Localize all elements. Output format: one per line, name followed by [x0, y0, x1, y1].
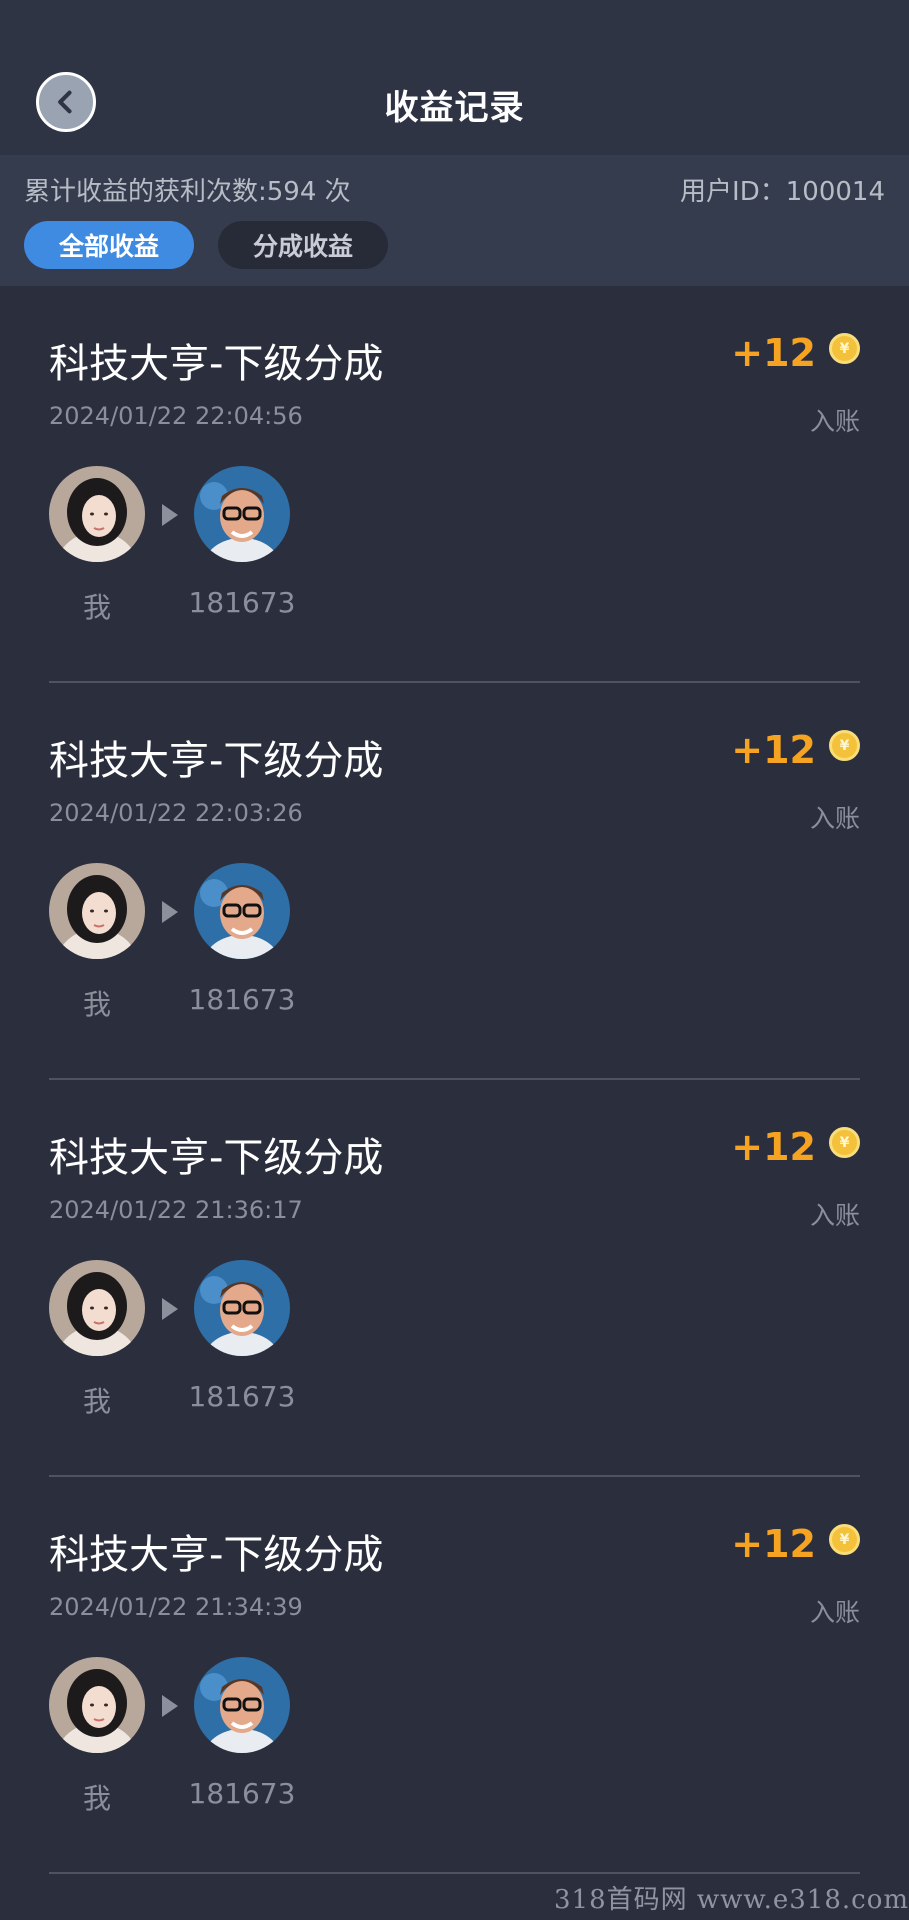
divider [49, 1872, 860, 1874]
user-id: 用户ID：100014 [680, 177, 885, 207]
coin-icon: ¥ [829, 1127, 860, 1158]
coin-icon: ¥ [829, 333, 860, 364]
to-label: 181673 [188, 1777, 296, 1810]
tab-all-income[interactable]: 全部收益 [24, 221, 194, 269]
watermark: 318首码网 www.e318.com [554, 1885, 909, 1915]
coin-icon: ¥ [829, 730, 860, 761]
record-time: 2024/01/22 21:34:39 [49, 1593, 303, 1621]
from-label: 我 [82, 591, 111, 624]
profit-count: 累计收益的获利次数:594 次 [24, 177, 351, 207]
list-item[interactable]: 科技大亨-下级分成 2024/01/22 21:36:17 +12 ¥ 入账 我… [0, 1080, 909, 1477]
from-label: 我 [82, 1385, 111, 1418]
header-bar: 收益记录 [0, 0, 909, 155]
arrow-right-icon [162, 1695, 178, 1717]
record-title: 科技大亨-下级分成 [49, 738, 384, 784]
tab-share-income[interactable]: 分成收益 [218, 221, 388, 269]
record-time: 2024/01/22 22:04:56 [49, 402, 303, 430]
record-amount: +12 [731, 1125, 816, 1169]
list-item[interactable]: 科技大亨-下级分成 2024/01/22 21:34:39 +12 ¥ 入账 我… [0, 1477, 909, 1874]
referral-avatar [194, 863, 290, 959]
record-status: 入账 [809, 407, 860, 436]
from-label: 我 [82, 1782, 111, 1815]
arrow-right-icon [162, 504, 178, 526]
record-time: 2024/01/22 21:36:17 [49, 1196, 303, 1224]
referral-avatar [194, 1260, 290, 1356]
record-time: 2024/01/22 22:03:26 [49, 799, 303, 827]
record-status: 入账 [809, 1598, 860, 1627]
from-label: 我 [82, 988, 111, 1021]
record-status: 入账 [809, 804, 860, 833]
summary-bar: 累计收益的获利次数:594 次 用户ID：100014 全部收益 分成收益 [0, 155, 909, 286]
list-item[interactable]: 科技大亨-下级分成 2024/01/22 22:03:26 +12 ¥ 入账 我… [0, 683, 909, 1080]
record-status: 入账 [809, 1201, 860, 1230]
my-avatar [49, 1657, 145, 1753]
record-amount: +12 [731, 331, 816, 375]
arrow-right-icon [162, 1298, 178, 1320]
referral-avatar [194, 1657, 290, 1753]
record-title: 科技大亨-下级分成 [49, 341, 384, 387]
list-item[interactable]: 科技大亨-下级分成 2024/01/22 22:04:56 +12 ¥ 入账 我… [0, 286, 909, 683]
my-avatar [49, 1260, 145, 1356]
record-amount: +12 [731, 728, 816, 772]
app-root: 收益记录 累计收益的获利次数:594 次 用户ID：100014 全部收益 分成… [0, 0, 909, 1920]
record-title: 科技大亨-下级分成 [49, 1532, 384, 1578]
record-title: 科技大亨-下级分成 [49, 1135, 384, 1181]
my-avatar [49, 466, 145, 562]
to-label: 181673 [188, 1380, 296, 1413]
my-avatar [49, 863, 145, 959]
to-label: 181673 [188, 983, 296, 1016]
to-label: 181673 [188, 586, 296, 619]
coin-icon: ¥ [829, 1524, 860, 1555]
record-amount: +12 [731, 1522, 816, 1566]
page-title: 收益记录 [384, 88, 525, 128]
referral-avatar [194, 466, 290, 562]
arrow-right-icon [162, 901, 178, 923]
